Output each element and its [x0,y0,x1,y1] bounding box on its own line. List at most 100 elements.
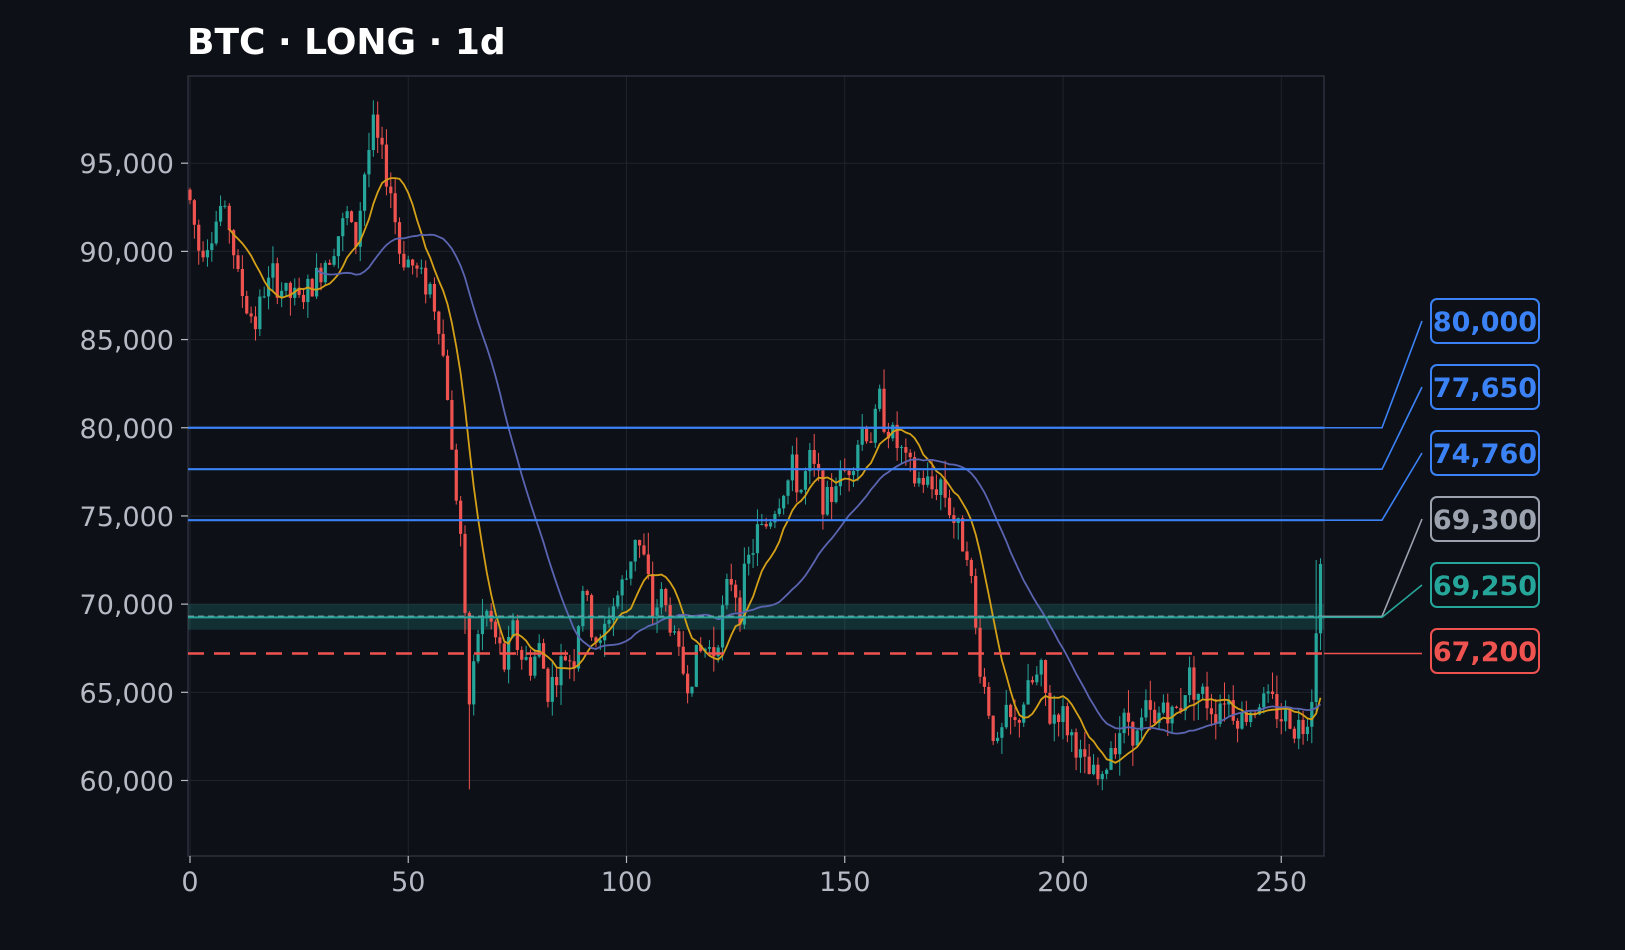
candle-body [437,311,441,334]
moving-average-line [316,233,1322,735]
candle-body [428,283,432,295]
candle-body [1166,702,1170,724]
candle-body [812,449,816,464]
candle-body [1022,704,1026,723]
candle-body [1153,709,1157,723]
candle-body [786,480,790,496]
candle-body [1205,686,1209,709]
candle-body [982,676,987,687]
candle-body [310,278,314,297]
candle-body [1222,703,1227,705]
candle-body [830,486,834,503]
candle-body [258,296,262,330]
candle-body [624,578,629,580]
candle-body [616,595,620,607]
y-tick-label: 60,000 [80,767,174,798]
candle-body [974,575,978,628]
candle-body [847,470,851,476]
candle-body [864,427,869,442]
candle-body [734,584,738,598]
plot-frame [187,75,1325,857]
y-tick-label: 95,000 [80,149,174,180]
candle-body [664,589,668,606]
candle-body [568,660,572,662]
x-tick-label: 50 [391,867,425,898]
candle-body [1013,717,1017,720]
candle-body [323,262,327,283]
candle-body [747,554,751,564]
candle-body [995,737,1000,742]
candle-body [934,489,939,495]
candle-body [528,657,533,676]
candle-body [271,263,275,278]
candle-body [1083,749,1087,757]
candle-body [1318,563,1323,634]
candle-body [419,267,423,269]
level-badge-label: 77,650 [1433,373,1537,404]
moving-average-line [228,177,1322,764]
candle-body [541,643,546,669]
candle-body [1000,727,1004,738]
candle-body [236,255,240,269]
candle-body [838,469,842,487]
candle-body [1030,680,1035,683]
candle-body [969,560,973,576]
candle-body [908,452,912,458]
x-tick-label: 150 [819,867,871,898]
candle-body [1065,706,1069,736]
candle-body [1057,714,1061,723]
candle-body [498,637,502,644]
candle-body [764,523,768,527]
candle-body [1148,700,1152,710]
candle-body [1105,769,1109,774]
candle-body [210,243,214,251]
candle-body [904,447,908,453]
candle-body [921,477,925,485]
y-tick-label: 90,000 [80,237,174,268]
candle-body [227,205,231,231]
candle-body [646,554,650,575]
candle-body [249,313,253,317]
candle-body [690,686,694,694]
candle-body [1209,708,1214,715]
candle-body [319,267,323,283]
candle-body [1131,721,1135,746]
candle-body [1009,704,1013,718]
candle-body [314,267,319,297]
candle-body [349,211,354,223]
candle-body [1262,693,1266,708]
candle-body [192,200,196,225]
candle-body [363,174,367,211]
candle-body [1240,712,1244,729]
candle-body [1113,747,1117,755]
candle-body [930,476,934,490]
candle-body [1096,764,1100,780]
candle-body [882,388,886,432]
candle-body [476,634,480,662]
level-badge-label: 69,300 [1433,505,1537,536]
candle-body [1017,719,1021,723]
candle-body [1026,680,1030,705]
candle-body [856,444,860,472]
candle-body [926,476,930,485]
candle-body [1284,709,1288,722]
candle-body [306,278,310,303]
level-connector [1324,584,1423,619]
candle-body [328,262,332,265]
level-connector [1324,518,1423,618]
candle-body [1187,667,1192,696]
candle-body [546,668,550,702]
candle-body [1087,756,1091,775]
candle-body [873,408,877,443]
candle-body [1122,712,1126,734]
candle-body [825,486,829,515]
candle-body [1301,719,1305,735]
candle-body [1279,719,1283,722]
x-tick-label: 250 [1255,867,1307,898]
candle-body [380,137,384,145]
candle-body [795,454,799,493]
candle-body [1305,726,1310,735]
candle-body [1109,747,1113,770]
candle-body [284,282,288,291]
candle-body [581,590,585,627]
